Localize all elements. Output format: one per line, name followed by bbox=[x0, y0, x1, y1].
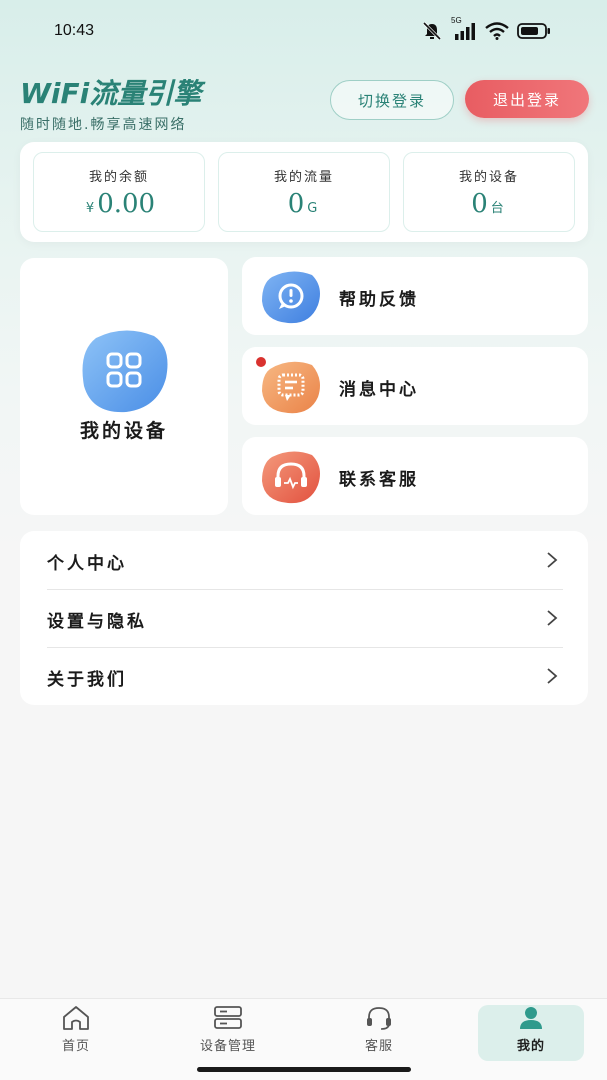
chevron-right-icon bbox=[547, 552, 558, 568]
headset-icon bbox=[367, 1007, 391, 1030]
battery-icon bbox=[517, 23, 550, 39]
list-item-settings-privacy[interactable]: 设置与隐私 bbox=[20, 589, 588, 647]
list-item-label: 个人中心 bbox=[47, 554, 127, 574]
stat-label: 我的余额 bbox=[88, 170, 149, 185]
my-devices-card[interactable]: 我的设备 bbox=[20, 258, 228, 515]
tab-home[interactable]: 首页 bbox=[23, 1005, 129, 1061]
home-indicator bbox=[197, 1067, 411, 1072]
settings-list: 个人中心 设置与隐私 关于我们 bbox=[20, 531, 588, 705]
mute-bell-icon bbox=[422, 22, 442, 40]
apps-grid-icon bbox=[82, 330, 168, 413]
message-icon bbox=[262, 361, 320, 414]
message-center-button[interactable]: 消息中心 bbox=[242, 347, 588, 425]
brand-title: WiFi流量引擎 bbox=[20, 77, 202, 110]
brand: WiFi流量引擎 随时随地.畅享高速网络 bbox=[20, 72, 201, 134]
help-feedback-label: 帮助反馈 bbox=[339, 290, 419, 310]
logout-button[interactable]: 退出登录 bbox=[465, 80, 589, 118]
stat-balance[interactable]: 我的余额 ¥ 0.00 bbox=[33, 152, 205, 232]
currency-symbol: ¥ bbox=[85, 201, 95, 216]
signal-icon: 5G bbox=[451, 16, 477, 40]
switch-login-button[interactable]: 切换登录 bbox=[330, 80, 454, 120]
contact-service-label: 联系客服 bbox=[339, 470, 419, 490]
status-bar: 10:43 5G bbox=[0, 0, 607, 64]
stats-card: 我的余额 ¥ 0.00 我的流量 0 G 我的设备 0 台 bbox=[20, 142, 588, 242]
status-time: 10:43 bbox=[54, 22, 95, 39]
contact-service-button[interactable]: 联系客服 bbox=[242, 437, 588, 515]
stat-value: 0.00 bbox=[97, 189, 156, 219]
help-feedback-icon bbox=[262, 271, 320, 324]
stat-devices[interactable]: 我的设备 0 台 bbox=[403, 152, 575, 232]
wifi-icon bbox=[485, 22, 509, 40]
tab-customer-service[interactable]: 客服 bbox=[326, 1005, 432, 1061]
tab-label: 我的 bbox=[516, 1039, 545, 1054]
user-icon bbox=[520, 1007, 542, 1029]
chevron-right-icon bbox=[547, 610, 558, 626]
list-item-personal-center[interactable]: 个人中心 bbox=[20, 531, 588, 589]
stat-label: 我的设备 bbox=[458, 170, 519, 185]
list-item-label: 关于我们 bbox=[47, 670, 127, 690]
home-icon bbox=[63, 1006, 89, 1030]
message-center-label: 消息中心 bbox=[339, 380, 419, 400]
brand-subtitle: 随时随地.畅享高速网络 bbox=[20, 117, 187, 133]
stat-value: 0 bbox=[471, 189, 488, 219]
tab-device-management[interactable]: 设备管理 bbox=[175, 1005, 281, 1061]
list-item-label: 设置与隐私 bbox=[47, 612, 147, 632]
tab-mine[interactable]: 我的 bbox=[478, 1005, 584, 1061]
stat-unit: G bbox=[307, 201, 318, 216]
tab-label: 首页 bbox=[61, 1039, 90, 1054]
help-feedback-button[interactable]: 帮助反馈 bbox=[242, 257, 588, 335]
stat-unit: 台 bbox=[490, 201, 504, 216]
tab-label: 设备管理 bbox=[199, 1039, 256, 1054]
stat-label: 我的流量 bbox=[273, 170, 334, 185]
headset-icon bbox=[262, 451, 320, 504]
list-item-about-us[interactable]: 关于我们 bbox=[20, 647, 588, 705]
stat-traffic[interactable]: 我的流量 0 G bbox=[218, 152, 390, 232]
status-icons: 5G bbox=[421, 16, 551, 40]
my-devices-label: 我的设备 bbox=[79, 420, 168, 442]
server-icon bbox=[214, 1006, 242, 1029]
tab-label: 客服 bbox=[364, 1039, 393, 1054]
stat-value: 0 bbox=[287, 189, 305, 219]
chevron-right-icon bbox=[547, 668, 558, 684]
